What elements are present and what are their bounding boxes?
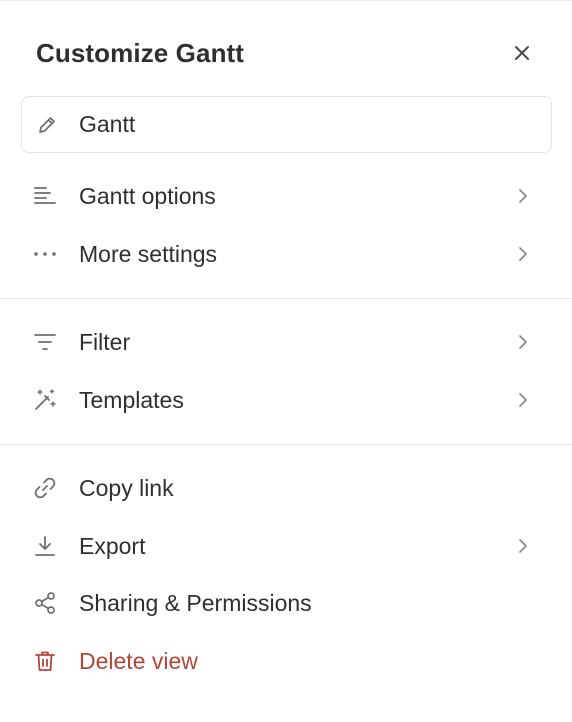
menu-item-templates[interactable]: Templates [0, 374, 572, 426]
menu-item-export[interactable]: Export [0, 520, 572, 572]
section-divider [0, 298, 572, 299]
menu-item-label: Templates [79, 386, 184, 413]
menu-item-label: Sharing & Permissions [79, 589, 312, 616]
menu-item-label: Export [79, 532, 146, 559]
chevron-right-icon [514, 245, 532, 263]
trash-icon [33, 649, 57, 673]
pencil-icon [36, 114, 58, 136]
view-name-field[interactable]: Gantt [21, 96, 552, 153]
chevron-right-icon [514, 333, 532, 351]
menu-item-label: Delete view [79, 647, 198, 674]
menu-item-copy-link[interactable]: Copy link [0, 462, 572, 514]
menu-item-sharing-permissions[interactable]: Sharing & Permissions [0, 577, 572, 629]
menu-item-gantt-options[interactable]: Gantt options [0, 170, 572, 222]
section-divider [0, 444, 572, 445]
chevron-right-icon [514, 187, 532, 205]
magic-wand-icon [33, 388, 57, 412]
menu-item-more-settings[interactable]: More settings [0, 228, 572, 280]
menu-item-delete-view[interactable]: Delete view [0, 635, 572, 687]
download-icon [33, 534, 57, 558]
menu-item-label: More settings [79, 240, 218, 267]
menu-item-label: Filter [79, 328, 131, 355]
link-icon [33, 476, 57, 500]
menu-item-label: Gantt options [79, 182, 216, 209]
close-icon [513, 44, 531, 62]
ellipsis-icon [33, 242, 57, 266]
customize-gantt-panel: Customize Gantt Gantt Gantt options More… [0, 0, 572, 722]
chevron-right-icon [514, 391, 532, 409]
share-icon [33, 591, 57, 615]
view-name-value: Gantt [79, 111, 136, 137]
chevron-right-icon [514, 537, 532, 555]
filter-icon [33, 330, 57, 354]
panel-title: Customize Gantt [36, 38, 245, 68]
align-left-icon [33, 184, 57, 208]
menu-item-label: Copy link [79, 474, 174, 501]
panel-header: Customize Gantt [36, 35, 542, 71]
menu-item-filter[interactable]: Filter [0, 316, 572, 368]
close-button[interactable] [508, 39, 536, 67]
